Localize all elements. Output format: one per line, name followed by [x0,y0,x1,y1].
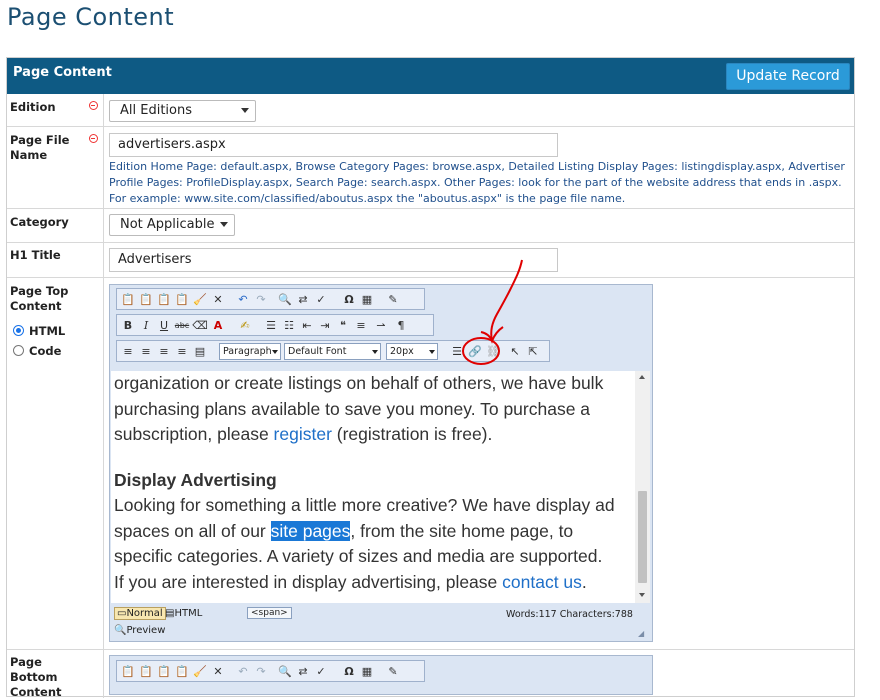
annotation-overlay [462,259,523,365]
annotation-circle [462,337,500,365]
annotation-arrow [490,259,523,342]
